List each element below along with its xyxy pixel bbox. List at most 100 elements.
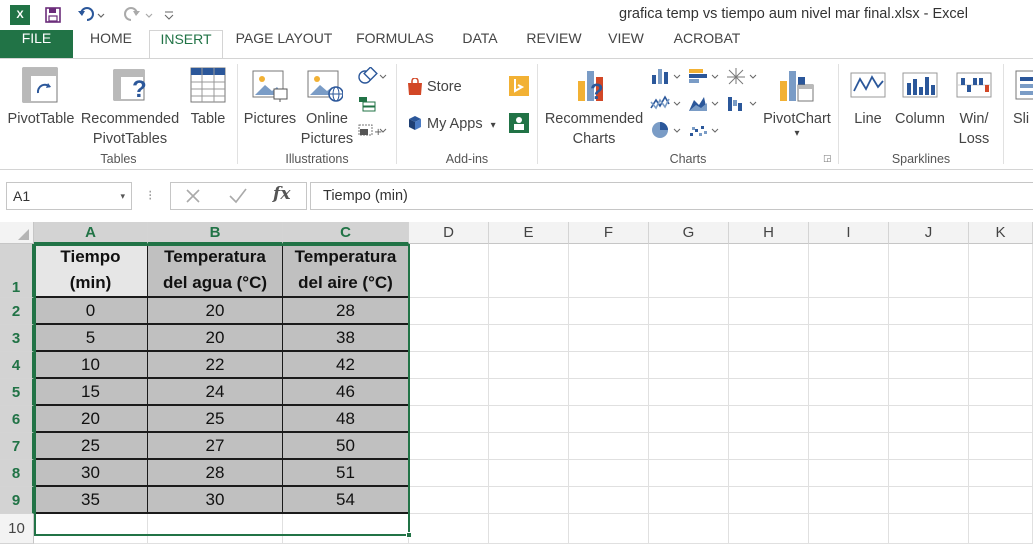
cell[interactable] [649, 514, 729, 544]
people-graph-icon[interactable] [509, 113, 529, 133]
cell[interactable] [969, 298, 1033, 325]
cancel-icon[interactable] [183, 186, 203, 206]
cell[interactable] [729, 298, 809, 325]
data-cell[interactable]: 10 [34, 352, 149, 379]
column-header-f[interactable]: F [569, 222, 649, 244]
column-header-i[interactable]: I [809, 222, 889, 244]
cell[interactable] [729, 406, 809, 433]
column-header-g[interactable]: G [649, 222, 729, 244]
row-header-4[interactable]: 4 [0, 352, 34, 379]
cell[interactable] [729, 460, 809, 487]
data-cell[interactable]: 24 [148, 379, 284, 406]
data-cell[interactable]: 50 [283, 433, 410, 460]
chevron-down-icon[interactable]: ▾ [120, 183, 125, 209]
cell[interactable] [489, 514, 569, 544]
data-cell[interactable]: 51 [283, 460, 410, 487]
row-header-5[interactable]: 5 [0, 379, 34, 406]
cell[interactable] [969, 379, 1033, 406]
cell[interactable] [809, 352, 889, 379]
data-cell[interactable]: 20 [148, 298, 284, 325]
data-cell[interactable]: 5 [34, 325, 149, 352]
cell[interactable] [569, 460, 649, 487]
cell[interactable] [409, 244, 489, 298]
data-cell[interactable]: 46 [283, 379, 410, 406]
column-header-b[interactable]: B [148, 222, 283, 244]
data-cell[interactable]: 42 [283, 352, 410, 379]
column-chart-icon[interactable] [650, 67, 684, 85]
data-cell[interactable]: 25 [148, 406, 284, 433]
row-header-2[interactable]: 2 [0, 298, 34, 325]
pivotchart-button[interactable]: PivotChart ▾ [760, 109, 834, 139]
screenshot-icon[interactable]: + [357, 121, 387, 139]
cell[interactable] [489, 406, 569, 433]
line-chart-icon[interactable] [650, 94, 684, 112]
cell[interactable] [809, 325, 889, 352]
row-header-6[interactable]: 6 [0, 406, 34, 433]
resize-handle-icon[interactable]: ⁝ [148, 186, 152, 206]
data-cell[interactable]: 48 [283, 406, 410, 433]
formula-input[interactable]: Tiempo (min) [310, 182, 1033, 210]
cell[interactable] [809, 298, 889, 325]
data-cell[interactable]: 20 [148, 325, 284, 352]
column-header-c[interactable]: C [283, 222, 409, 244]
cell[interactable] [649, 298, 729, 325]
data-cell[interactable]: 28 [148, 460, 284, 487]
cell[interactable] [569, 244, 649, 298]
cell[interactable] [889, 433, 969, 460]
recommended-pivottables-button[interactable]: Recommended PivotTables [78, 109, 182, 149]
shapes-icon[interactable] [357, 66, 387, 85]
cell[interactable] [729, 433, 809, 460]
cell[interactable] [809, 379, 889, 406]
cell[interactable] [729, 352, 809, 379]
cell[interactable] [489, 379, 569, 406]
tab-file[interactable]: FILE [0, 30, 73, 58]
cell[interactable] [809, 460, 889, 487]
column-sparkline-button[interactable]: Column [892, 109, 948, 129]
row-header-3[interactable]: 3 [0, 325, 34, 352]
data-cell[interactable]: 54 [283, 487, 410, 514]
pivottable-button[interactable]: PivotTable [6, 109, 76, 129]
hierarchy-chart-icon[interactable] [726, 67, 760, 85]
cell[interactable] [969, 487, 1033, 514]
cell[interactable] [409, 433, 489, 460]
cell[interactable] [729, 514, 809, 544]
cell[interactable] [569, 352, 649, 379]
data-cell[interactable]: 20 [34, 406, 149, 433]
cell[interactable] [34, 514, 148, 544]
row-header-1[interactable]: 1 [0, 244, 34, 298]
cell[interactable] [569, 379, 649, 406]
cell[interactable] [889, 379, 969, 406]
data-cell[interactable]: 30 [34, 460, 149, 487]
recommended-charts-button[interactable]: Recommended Charts [541, 109, 647, 149]
cell[interactable] [409, 352, 489, 379]
cell[interactable] [409, 325, 489, 352]
cell[interactable] [569, 325, 649, 352]
select-all-corner[interactable] [0, 222, 34, 244]
cell[interactable] [489, 298, 569, 325]
data-cell[interactable]: 35 [34, 487, 149, 514]
data-cell[interactable]: 38 [283, 325, 410, 352]
tab-acrobat[interactable]: ACROBAT [667, 30, 747, 58]
cell[interactable] [809, 514, 889, 544]
cell[interactable] [649, 406, 729, 433]
header-cell[interactable]: Temperatura del agua (°C) [148, 244, 284, 298]
insert-function-button[interactable]: fx [273, 184, 290, 204]
tab-review[interactable]: REVIEW [521, 30, 587, 58]
cell[interactable] [649, 487, 729, 514]
scatter-chart-icon[interactable] [688, 121, 722, 139]
cell[interactable] [809, 406, 889, 433]
tab-insert[interactable]: INSERT [149, 30, 223, 59]
column-header-e[interactable]: E [489, 222, 569, 244]
cell[interactable] [729, 244, 809, 298]
data-cell[interactable]: 28 [283, 298, 410, 325]
cell[interactable] [409, 514, 489, 544]
column-header-h[interactable]: H [729, 222, 809, 244]
cell[interactable] [489, 487, 569, 514]
data-cell[interactable]: 15 [34, 379, 149, 406]
cell[interactable] [409, 406, 489, 433]
cell[interactable] [569, 406, 649, 433]
tab-formulas[interactable]: FORMULAS [350, 30, 440, 58]
cell[interactable] [489, 352, 569, 379]
cell[interactable] [969, 514, 1033, 544]
data-cell[interactable]: 30 [148, 487, 284, 514]
